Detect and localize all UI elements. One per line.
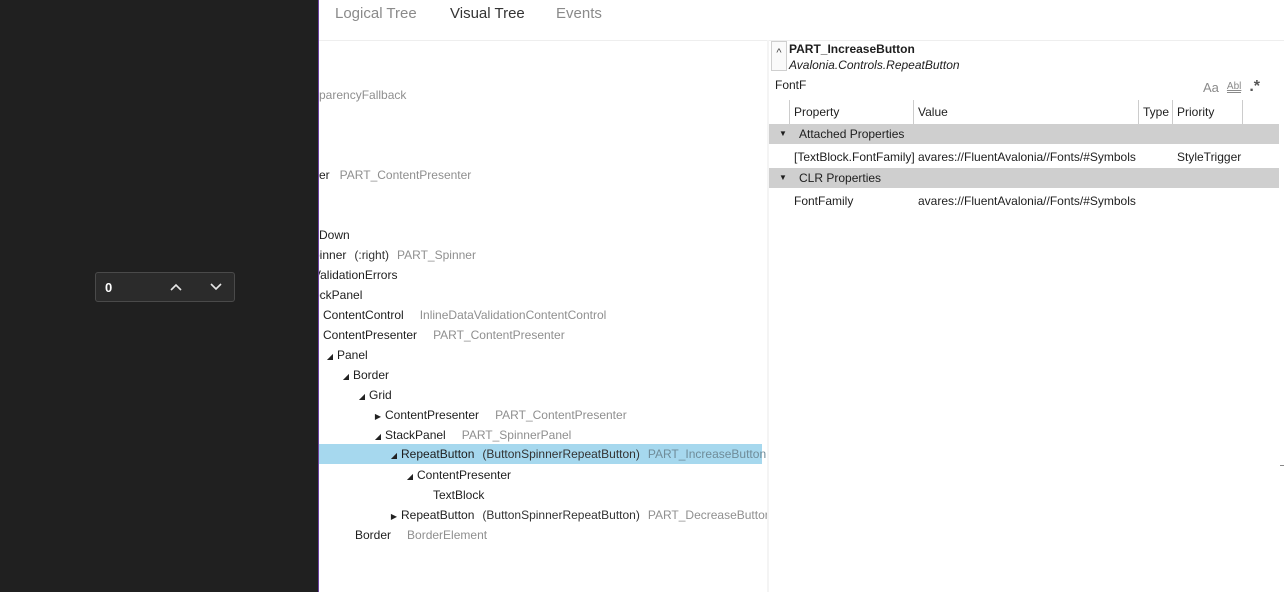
property-name: [TextBlock.FontFamily] xyxy=(794,150,915,164)
group-header-clr-properties[interactable]: ▼ CLR Properties xyxy=(769,168,1279,188)
tree-node[interactable]: Down xyxy=(319,225,350,245)
numeric-spinner[interactable]: 0 xyxy=(95,272,235,302)
app-preview: 0 xyxy=(0,0,318,592)
property-row[interactable]: FontFamily avares://FluentAvalonia//Font… xyxy=(769,189,1279,213)
devtools-panel: Logical Tree Visual Tree Events sparency… xyxy=(318,0,1284,592)
expanded-triangle-icon[interactable]: ◢ xyxy=(323,347,337,367)
tree-node[interactable]: ockPanel xyxy=(319,285,362,305)
column-header-type[interactable]: Type xyxy=(1143,100,1169,124)
regex-icon[interactable]: .* xyxy=(1249,78,1260,96)
tree-node[interactable]: ▶ ContentPresenter PART_ContentPresenter xyxy=(371,405,627,425)
tree-node[interactable]: sparencyFallback xyxy=(319,85,406,105)
property-value: avares://FluentAvalonia//Fonts/#Symbols xyxy=(918,150,1136,164)
details-panel: ^ PART_IncreaseButton Avalonia.Controls.… xyxy=(769,40,1284,592)
tree-node[interactable]: ◢ Panel xyxy=(323,345,368,365)
column-separator[interactable] xyxy=(1138,100,1139,124)
spinner-value[interactable]: 0 xyxy=(105,280,112,295)
column-header-value[interactable]: Value xyxy=(918,100,948,124)
tree-node[interactable]: Border BorderElement xyxy=(355,525,487,545)
collapse-button[interactable]: ^ xyxy=(771,41,787,71)
property-priority: StyleTrigger xyxy=(1177,150,1242,164)
collapsed-triangle-icon[interactable]: ▶ xyxy=(387,507,401,527)
column-header-priority[interactable]: Priority xyxy=(1177,100,1214,124)
tree-node[interactable]: TextBlock xyxy=(433,485,484,505)
expanded-triangle-icon[interactable]: ◢ xyxy=(355,387,369,407)
selected-element-type: Avalonia.Controls.RepeatButton xyxy=(789,58,960,72)
tree-node[interactable]: ◢ Border xyxy=(339,365,389,385)
expanded-triangle-icon[interactable]: ◢ xyxy=(387,446,401,466)
chevron-down-icon[interactable] xyxy=(204,277,228,297)
property-row[interactable]: [TextBlock.FontFamily] avares://FluentAv… xyxy=(769,145,1279,169)
column-header-property[interactable]: Property xyxy=(794,100,839,124)
filter-options: Aa Abl .* xyxy=(1203,78,1260,96)
tab-bar: Logical Tree Visual Tree Events xyxy=(319,0,1284,41)
column-separator[interactable] xyxy=(913,100,914,124)
expanded-triangle-icon[interactable]: ▼ xyxy=(779,124,787,144)
expanded-triangle-icon[interactable]: ▼ xyxy=(779,168,787,188)
scroll-marker xyxy=(1280,465,1284,466)
tab-visual-tree[interactable]: Visual Tree xyxy=(450,5,525,22)
tree-node[interactable]: ◢ ContentPresenter xyxy=(403,465,511,485)
tab-events[interactable]: Events xyxy=(556,5,602,22)
collapsed-triangle-icon[interactable]: ▶ xyxy=(371,407,385,427)
whole-word-icon[interactable]: Abl xyxy=(1226,81,1242,93)
chevron-up-icon[interactable] xyxy=(164,277,188,297)
tree-node[interactable]: pinner(:right)PART_Spinner xyxy=(319,245,476,265)
tree-node[interactable]: ◢ Grid xyxy=(355,385,392,405)
column-separator[interactable] xyxy=(789,100,790,124)
selected-element-name: PART_IncreaseButton xyxy=(789,42,915,56)
property-value: avares://FluentAvalonia//Fonts/#Symbols xyxy=(918,194,1136,208)
tree-node-selected[interactable]: ◢ RepeatButton (ButtonSpinnerRepeatButton)… xyxy=(319,444,766,466)
tab-logical-tree[interactable]: Logical Tree xyxy=(335,5,417,22)
expanded-triangle-icon[interactable]: ◢ xyxy=(403,467,417,487)
tree-node[interactable]: ContentPresenter PART_ContentPresenter xyxy=(323,325,565,345)
tree-node[interactable]: ValidationErrors xyxy=(319,265,397,285)
tree-node[interactable]: ◢ StackPanel PART_SpinnerPanel xyxy=(371,425,571,445)
property-filter-input[interactable]: FontF xyxy=(775,78,806,92)
expanded-triangle-icon[interactable]: ◢ xyxy=(339,367,353,387)
match-case-icon[interactable]: Aa xyxy=(1203,80,1219,95)
property-name: FontFamily xyxy=(794,194,854,208)
tree-node[interactable]: yerPART_ContentPresenter xyxy=(319,165,471,185)
visual-tree: sparencyFallback yerPART_ContentPresente… xyxy=(319,40,767,592)
column-separator[interactable] xyxy=(1242,100,1243,124)
tree-node[interactable]: ▶ RepeatButton (ButtonSpinnerRepeatButton)… xyxy=(387,505,767,525)
tree-node[interactable]: ContentControl InlineDataValidationConten… xyxy=(323,305,606,325)
column-separator[interactable] xyxy=(1172,100,1173,124)
group-header-attached-properties[interactable]: ▼ Attached Properties xyxy=(769,124,1279,144)
